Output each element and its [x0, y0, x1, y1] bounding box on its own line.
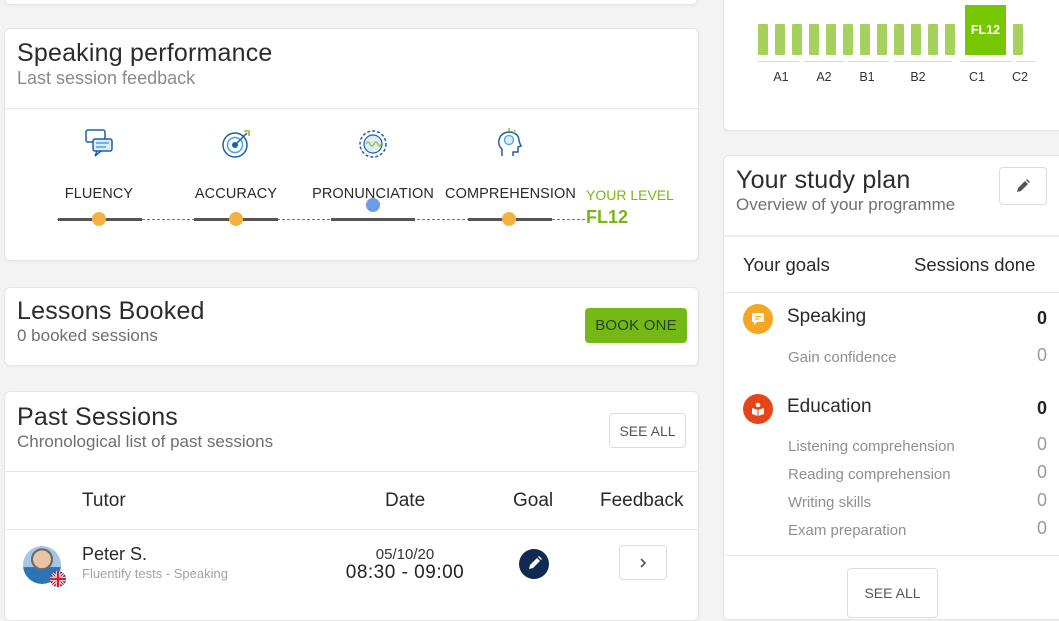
level-bar — [894, 24, 904, 55]
skill-accuracy: ACCURACY — [171, 127, 301, 202]
card-subtitle: Chronological list of past sessions — [17, 432, 274, 451]
goal-count-speaking: 0 — [1036, 308, 1047, 328]
tutor-course: Fluentify tests - Speaking — [82, 566, 228, 581]
card-subtitle: Last session feedback — [17, 68, 196, 88]
divider — [5, 108, 698, 109]
goals-header: Your goals — [743, 254, 830, 275]
cefr-label: A1 — [773, 70, 789, 84]
level-bar — [758, 24, 768, 55]
goal-subitem: Gain confidence — [788, 349, 897, 366]
chevron-right-icon — [640, 557, 647, 568]
level-bar — [928, 24, 938, 55]
cefr-underline — [804, 61, 845, 62]
cefr-label: B1 — [859, 70, 875, 84]
goal-subitem-count: 0 — [1036, 434, 1047, 454]
uk-flag-icon — [50, 571, 66, 587]
speaking-performance-card: Speaking performance Last session feedba… — [4, 28, 699, 261]
level-bar — [877, 24, 887, 55]
comprehension-level-dot — [502, 212, 516, 226]
goal-subitem: Writing skills — [788, 494, 872, 511]
goal-subitem: Exam preparation — [788, 522, 907, 539]
goal-subitem-count: 0 — [1036, 518, 1047, 538]
cefr-label: B2 — [910, 70, 926, 84]
session-time: 08:30 - 09:00 — [345, 562, 465, 583]
goal-title-education: Education — [787, 396, 872, 417]
column-header-date: Date — [385, 490, 426, 511]
target-icon — [222, 130, 250, 158]
book-one-button[interactable]: BOOK ONE — [585, 308, 687, 343]
cefr-label: C2 — [1012, 70, 1028, 84]
level-bar — [809, 24, 819, 55]
skill-label: ACCURACY — [194, 186, 278, 202]
card-title: Lessons Booked — [17, 297, 205, 325]
divider — [724, 235, 1059, 237]
level-bar — [945, 24, 955, 55]
track-segment — [331, 218, 415, 221]
divider — [724, 292, 1059, 293]
level-bar — [775, 24, 785, 55]
column-header-tutor: Tutor — [82, 490, 126, 511]
feedback-chevron-button[interactable] — [619, 545, 667, 580]
goal-subitem: Listening comprehension — [788, 438, 955, 455]
goal-subitem-count: 0 — [1036, 462, 1047, 482]
head-lightbulb-icon — [498, 128, 522, 156]
sessions-done-header: Sessions done — [914, 254, 1036, 275]
lessons-booked-card: Lessons Booked 0 booked sessions BOOK ON… — [4, 287, 699, 366]
goal-title-speaking: Speaking — [787, 306, 867, 327]
previous-card-stub — [4, 0, 698, 5]
your-level-value: FL12 — [586, 207, 629, 227]
skill-fluency: FLUENCY — [34, 127, 164, 202]
your-level-label: YOUR LEVEL — [586, 187, 674, 203]
skill-pronunciation: PRONUNCIATION — [308, 127, 438, 202]
chat-bubbles-icon — [85, 129, 113, 157]
level-bar — [1013, 24, 1023, 55]
see-all-sessions-button[interactable]: SEE ALL — [609, 413, 686, 448]
level-bar — [860, 24, 870, 55]
pronunciation-level-dot — [366, 198, 380, 212]
goal-pencil-icon[interactable] — [519, 549, 549, 579]
skill-label: COMPREHENSION — [445, 186, 577, 202]
study-plan-card: Your study plan Overview of your program… — [723, 155, 1059, 620]
card-subtitle: 0 booked sessions — [17, 326, 158, 345]
cefr-underline — [1016, 61, 1036, 62]
divider — [5, 471, 698, 472]
level-bar — [843, 24, 853, 55]
cefr-label: A2 — [816, 70, 832, 84]
card-title: Past Sessions — [17, 403, 179, 431]
tutor-name: Peter S. — [82, 544, 148, 564]
level-scale-card: FL12 A1 A2 B1 B2 C1 C2 — [723, 0, 1059, 131]
pronunciation-icon — [359, 130, 387, 158]
column-header-feedback: Feedback — [600, 490, 684, 511]
level-bar — [826, 24, 836, 55]
skill-comprehension: COMPREHENSION — [445, 127, 577, 202]
card-title: Your study plan — [736, 166, 911, 194]
goal-subitem-count: 0 — [1036, 345, 1047, 365]
divider — [724, 555, 1059, 556]
edit-plan-button[interactable] — [999, 167, 1047, 205]
cefr-underline — [758, 61, 799, 62]
fluency-level-dot — [92, 212, 106, 226]
level-bar — [911, 24, 921, 55]
current-level-box: FL12 — [965, 5, 1006, 55]
skill-label: FLUENCY — [64, 186, 134, 202]
session-date: 05/10/20 — [375, 546, 435, 563]
cefr-underline — [960, 61, 1012, 62]
cefr-underline — [894, 61, 952, 62]
pencil-icon — [1017, 179, 1030, 192]
card-title: Speaking performance — [17, 39, 273, 67]
speech-bubble-icon — [743, 304, 773, 334]
book-person-icon — [743, 394, 773, 424]
cefr-label: C1 — [969, 70, 985, 84]
goal-subitem-count: 0 — [1036, 490, 1047, 510]
divider — [5, 529, 698, 530]
goal-count-education: 0 — [1036, 398, 1047, 418]
see-all-plan-button[interactable]: SEE ALL — [847, 568, 938, 618]
cefr-underline — [848, 61, 889, 62]
goal-subitem: Reading comprehension — [788, 466, 951, 483]
column-header-goal: Goal — [513, 490, 554, 511]
accuracy-level-dot — [229, 212, 243, 226]
past-sessions-card: Past Sessions Chronological list of past… — [4, 391, 699, 621]
level-bar — [792, 24, 802, 55]
card-subtitle: Overview of your programme — [736, 195, 956, 214]
